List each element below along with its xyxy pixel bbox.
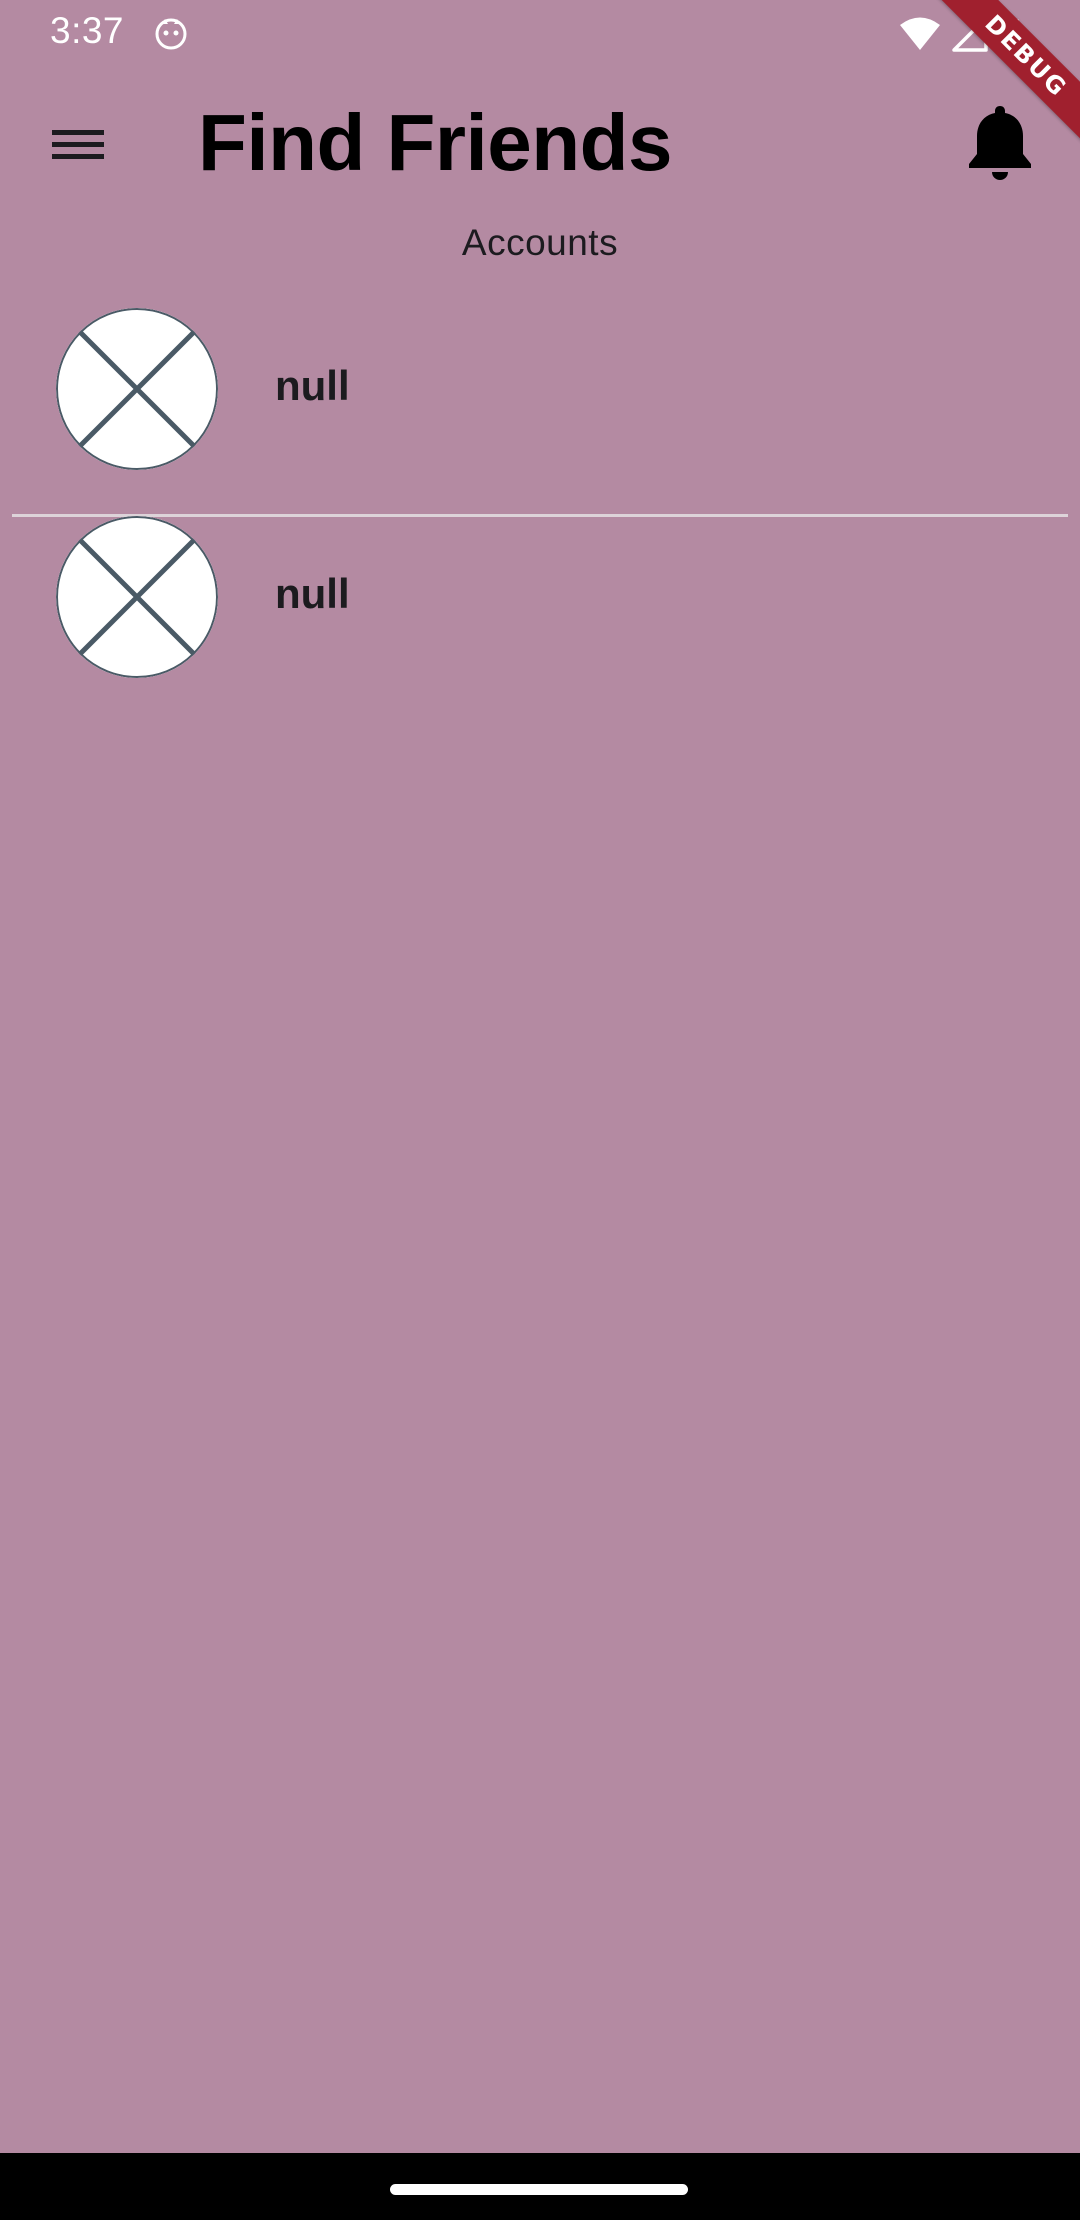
menu-button[interactable]: [36, 104, 120, 188]
broken-image-icon: [56, 308, 218, 470]
status-bar: 3:37: [0, 0, 1080, 64]
broken-image-icon: [56, 516, 218, 678]
wifi-icon: [898, 16, 942, 52]
account-name: null: [275, 570, 350, 617]
notification-app-icon: [154, 16, 188, 50]
bell-icon: [965, 102, 1035, 187]
signal-icon: [952, 16, 988, 52]
status-icons: [898, 14, 1020, 54]
avatar: [56, 308, 218, 470]
section-header: Accounts: [461, 222, 619, 263]
page-title: Find Friends: [198, 98, 673, 187]
avatar: [56, 516, 218, 678]
list-item[interactable]: null: [0, 300, 1080, 517]
app-bar: Find Friends: [0, 64, 1080, 224]
status-time: 3:37: [50, 10, 125, 51]
navigation-bar: [0, 2153, 1080, 2220]
list-item[interactable]: null: [0, 516, 1080, 736]
account-list: null null: [0, 300, 1080, 736]
account-name: null: [275, 362, 350, 409]
battery-icon: [998, 15, 1020, 53]
hamburger-menu-icon: [52, 124, 104, 169]
notifications-button[interactable]: [950, 94, 1050, 194]
home-gesture-handle[interactable]: [390, 2184, 688, 2195]
